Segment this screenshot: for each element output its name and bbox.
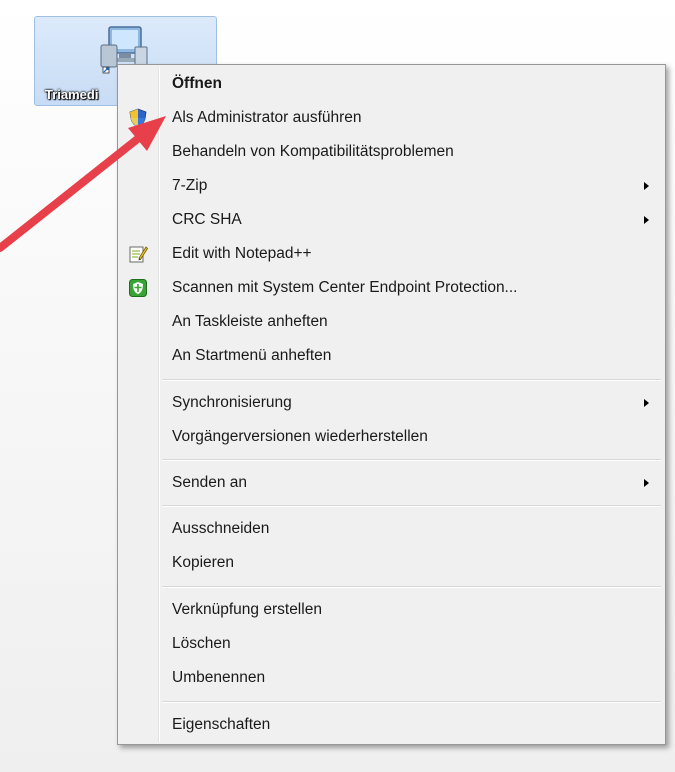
red-arrow-icon	[0, 116, 166, 252]
